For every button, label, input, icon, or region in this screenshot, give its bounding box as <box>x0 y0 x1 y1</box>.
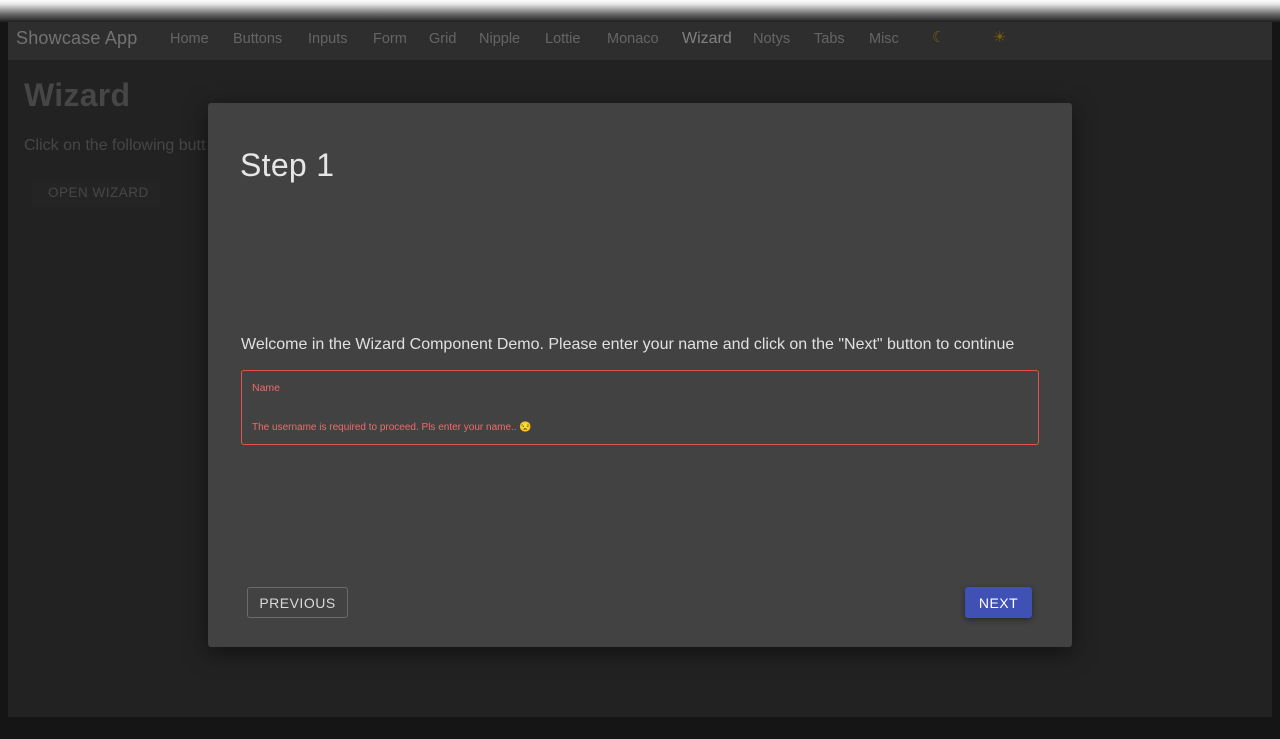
step-title: Step 1 <box>240 147 335 183</box>
name-field[interactable]: Name The username is required to proceed… <box>241 370 1039 445</box>
name-input[interactable] <box>252 393 1028 417</box>
wizard-dialog: Step 1 Welcome in the Wizard Component D… <box>208 103 1072 647</box>
window-top-shade <box>0 0 1280 22</box>
previous-button[interactable]: PREVIOUS <box>247 587 348 618</box>
name-field-error: The username is required to proceed. Pls… <box>252 422 532 433</box>
welcome-text: Welcome in the Wizard Component Demo. Pl… <box>241 336 1015 353</box>
next-button[interactable]: NEXT <box>965 587 1032 618</box>
